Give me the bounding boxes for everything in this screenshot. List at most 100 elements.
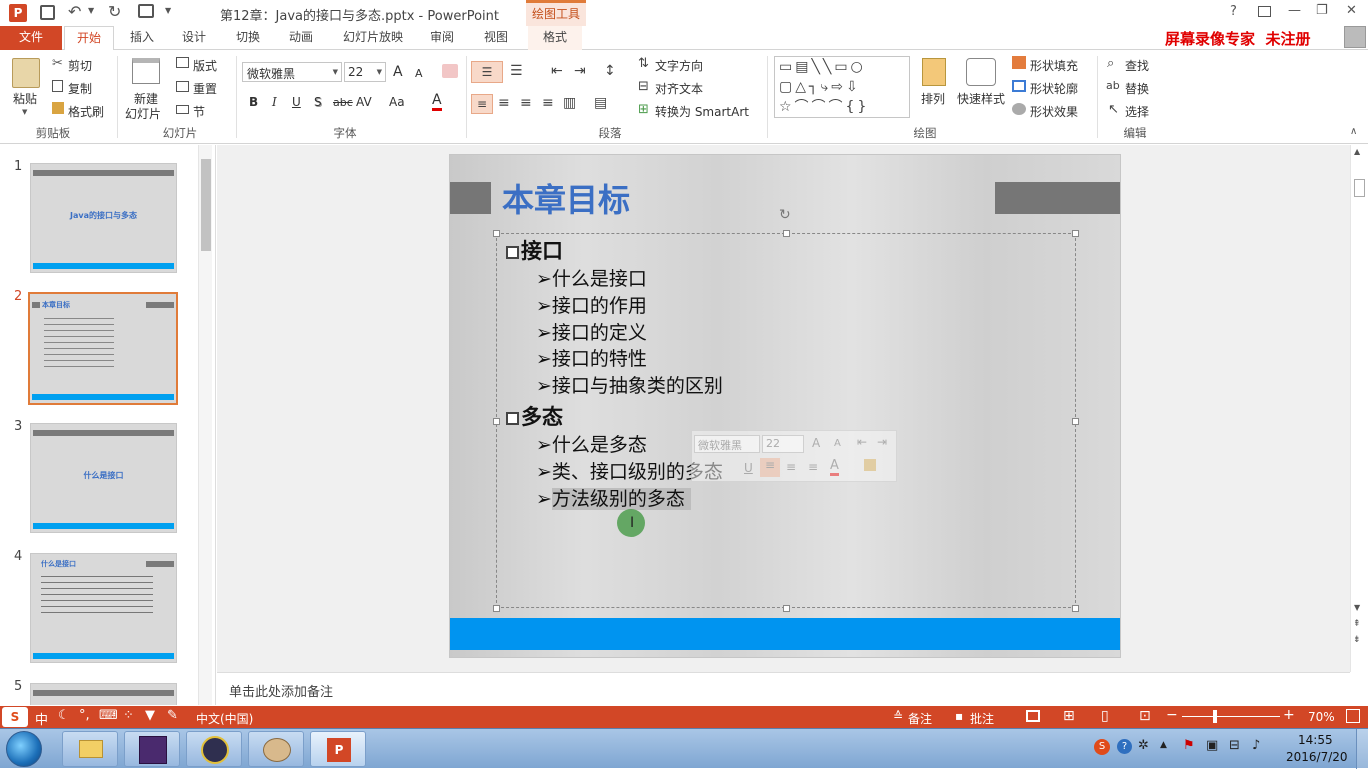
slide-thumbnail-3[interactable]: 什么是接口 [30,423,177,533]
previous-slide-icon[interactable]: ⇞ [1353,619,1361,629]
resize-handle[interactable] [493,230,500,237]
editor-scroll-thumb[interactable] [1354,179,1365,197]
paste-icon[interactable] [12,58,40,88]
paste-dropdown-icon[interactable]: ▼ [22,108,27,116]
increase-font-size-button[interactable]: A [393,64,403,80]
decrease-font-size-button[interactable]: A [415,67,423,80]
ime-tools-icon[interactable]: ✎ [167,708,178,723]
undo-dropdown-icon[interactable]: ▼ [88,6,94,15]
mini-format-painter-icon[interactable] [864,459,876,471]
clock-time[interactable]: 14:55 [1298,733,1333,747]
notes-placeholder[interactable]: 单击此处添加备注 [229,681,333,700]
taskbar-paint[interactable] [248,731,304,767]
tray-network-icon[interactable]: ⊟ [1229,738,1240,753]
zoom-out-button[interactable]: − [1166,707,1178,723]
mini-indent-icon[interactable]: ⇥ [877,435,887,449]
mini-align-center-icon[interactable]: ≡ [786,460,796,474]
increase-indent-icon[interactable]: ⇥ [574,63,586,79]
clear-formatting-icon[interactable] [442,64,458,78]
slide-thumbnail-4[interactable]: 什么是接口 [30,553,177,663]
fit-slide-icon[interactable] [1346,709,1360,723]
maximize-button[interactable]: ❐ [1316,3,1328,18]
resize-handle[interactable] [1072,418,1079,425]
start-from-beginning-icon[interactable] [138,4,154,18]
numbering-icon[interactable]: ☰ [510,63,523,79]
convert-smartart-button[interactable]: 转换为 SmartArt [655,103,749,120]
ime-shirt-icon[interactable]: ▼ [145,708,155,723]
mini-align-right-icon[interactable]: ≡ [808,460,818,474]
tray-device-icon[interactable]: ▣ [1206,738,1218,753]
zoom-slider-thumb[interactable] [1213,710,1217,723]
change-case-button[interactable]: Aa [389,95,405,109]
redo-icon[interactable]: ↻ [108,2,121,21]
format-painter-button[interactable]: 格式刷 [68,103,104,120]
tray-settings-icon[interactable]: ✲ [1138,738,1149,753]
taskbar-eclipse[interactable] [186,731,242,767]
mini-shrink-icon[interactable]: A [834,438,841,449]
section-button[interactable]: 节 [193,103,205,120]
ime-keyboard-icon[interactable]: ⌨ [99,708,118,723]
character-spacing-button[interactable]: AV [356,95,372,109]
align-text-button[interactable]: 对齐文本 [655,80,703,97]
font-size-select[interactable]: 22 ▼ [344,62,386,82]
tab-review[interactable]: 审阅 [420,26,464,50]
help-button[interactable]: ? [1230,4,1237,19]
bullet-text-selected[interactable]: 方法级别的多态 [551,488,691,510]
taskbar-powerpoint[interactable]: P [310,731,366,767]
taskbar-explorer[interactable] [62,731,118,767]
mini-font-select[interactable]: 微软雅黑 [694,435,760,453]
user-avatar[interactable] [1344,26,1366,48]
tab-design[interactable]: 设计 [172,26,216,50]
italic-button[interactable]: I [272,95,277,109]
resize-handle[interactable] [1072,230,1079,237]
tab-file[interactable]: 文件 [0,26,62,50]
mini-toolbar[interactable]: 微软雅黑 22 A A ⇤ ⇥ U ≡ ≡ ≡ A [691,430,897,482]
slide-title[interactable]: 本章目标 [502,175,630,221]
bold-button[interactable]: B [249,95,258,109]
next-slide-icon[interactable]: ⇟ [1353,635,1361,645]
bullets-icon[interactable]: ☰ [471,61,503,83]
resize-handle[interactable] [783,605,790,612]
tab-transitions[interactable]: 切换 [226,26,270,50]
select-button[interactable]: 选择 [1125,103,1149,120]
tab-view[interactable]: 视图 [474,26,518,50]
align-left-icon[interactable]: ≡ [471,94,493,114]
ime-logo-icon[interactable]: S [2,707,28,727]
text-direction-button[interactable]: 文字方向 [655,57,703,74]
resize-handle[interactable] [783,230,790,237]
slide-sorter-view-icon[interactable]: ⊞ [1063,708,1075,724]
clock-date[interactable]: 2016/7/20 [1286,750,1348,764]
tab-insert[interactable]: 插入 [120,26,164,50]
decrease-indent-icon[interactable]: ⇤ [551,63,563,79]
slide-thumbnail-2[interactable]: 本章目标 [28,292,178,405]
ime-mode[interactable]: 中 [35,709,48,728]
arrange-button[interactable]: 排列 [921,90,945,107]
mini-outdent-icon[interactable]: ⇤ [857,435,867,449]
scroll-down-icon[interactable]: ▼ [1354,603,1360,612]
shape-effects-button[interactable]: 形状效果 [1030,103,1078,120]
copy-button[interactable]: 复制 [68,80,92,97]
tab-animations[interactable]: 动画 [279,26,323,50]
font-name-select[interactable]: 微软雅黑 ▼ [242,62,342,82]
collapse-ribbon-icon[interactable]: ∧ [1350,126,1357,137]
resize-handle[interactable] [1072,605,1079,612]
ime-moon-icon[interactable]: ☾ [58,708,70,723]
resize-handle[interactable] [493,605,500,612]
language-status[interactable]: 中文(中国) [196,710,253,727]
reading-view-icon[interactable]: ▯ [1101,708,1109,724]
strikethrough-button[interactable]: abc [333,96,353,109]
zoom-level[interactable]: 70% [1308,710,1335,724]
notes-pane[interactable]: 单击此处添加备注 [217,672,1350,706]
scroll-up-icon[interactable]: ▲ [1354,147,1360,156]
new-slide-button-line2[interactable]: 幻灯片 [125,105,161,122]
quick-styles-button[interactable]: 快速样式 [957,90,1005,107]
tray-help-icon[interactable]: ? [1117,739,1132,754]
normal-view-icon[interactable] [1026,710,1040,722]
layout-button[interactable]: 版式 [193,57,217,74]
ime-punct-icon[interactable]: °, [79,708,90,723]
distributed-icon[interactable]: ▥ [563,95,576,111]
mini-underline-icon[interactable]: U [744,461,753,475]
ime-skin-icon[interactable]: ⁘ [123,708,134,723]
align-right-icon[interactable]: ≡ [520,95,532,111]
show-desktop-button[interactable] [1356,729,1368,769]
